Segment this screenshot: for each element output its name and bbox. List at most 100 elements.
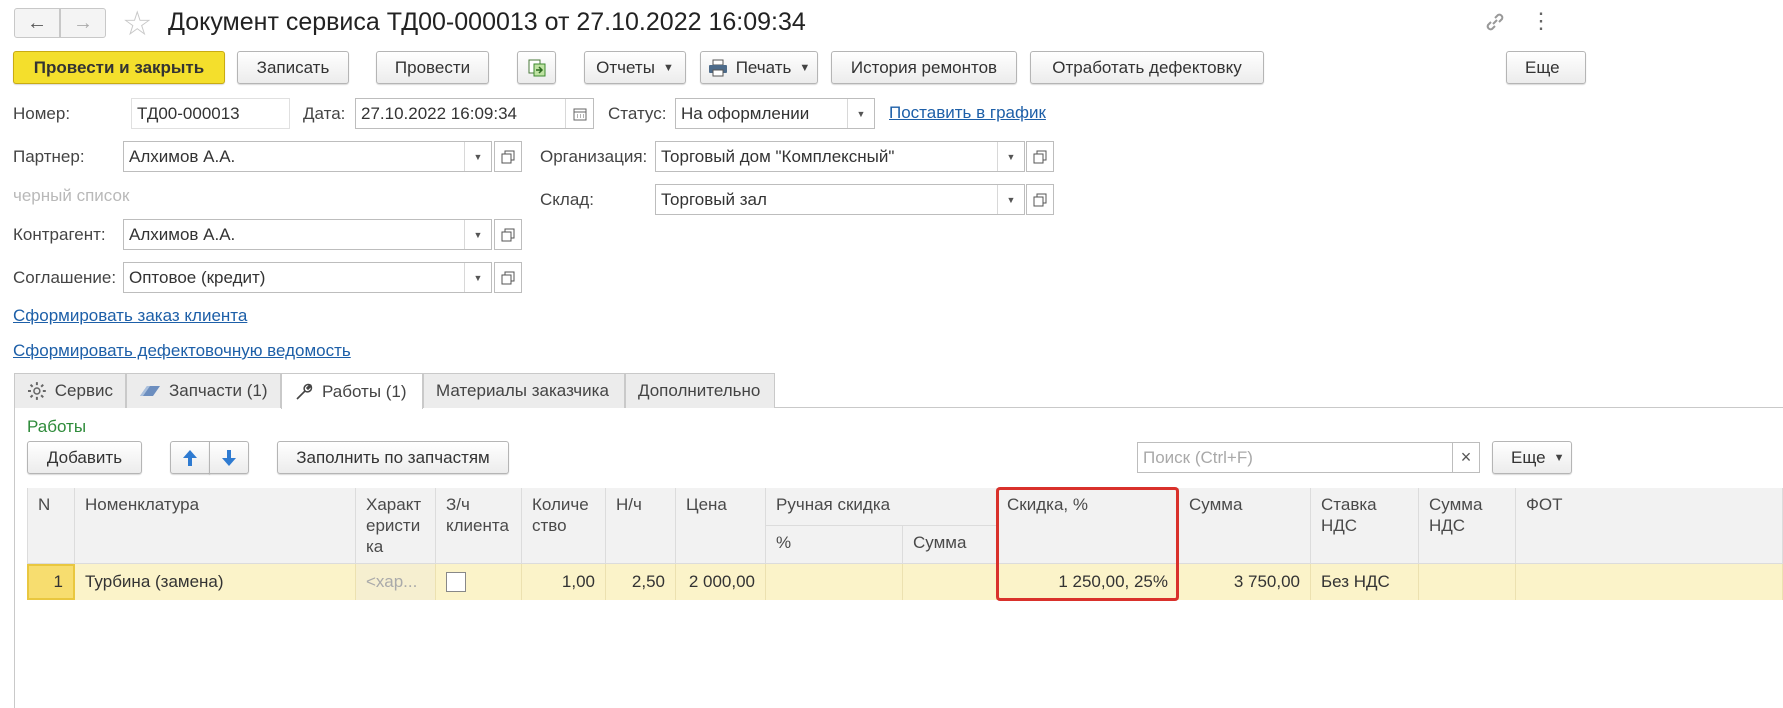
warehouse-open-button[interactable]	[1026, 184, 1054, 215]
agreement-value: Оптовое (кредит)	[129, 267, 266, 287]
counterparty-open-button[interactable]	[494, 219, 522, 250]
client-part-checkbox[interactable]	[446, 572, 466, 592]
counterparty-value: Алхимов А.А.	[129, 224, 236, 244]
status-label: Статус:	[608, 104, 667, 123]
search-placeholder: Поиск (Ctrl+F)	[1143, 447, 1253, 467]
add-button[interactable]: Добавить	[27, 441, 142, 474]
cell-norm-hours[interactable]: 2,50	[606, 564, 676, 600]
warehouse-label: Склад:	[540, 190, 594, 209]
date-field[interactable]: 27.10.2022 16:09:34	[355, 98, 594, 129]
warehouse-field[interactable]: Торговый зал ▼	[655, 184, 1025, 215]
chevron-down-icon[interactable]: ▼	[997, 142, 1024, 171]
save-button[interactable]: Записать	[237, 51, 349, 84]
more-vertical-icon[interactable]: ⋮	[1530, 10, 1552, 32]
agreement-open-button[interactable]	[494, 262, 522, 293]
column-header-item[interactable]: Номенклатура	[75, 488, 356, 564]
counterparty-field[interactable]: Алхимов А.А. ▼	[123, 219, 492, 250]
chevron-down-icon[interactable]: ▼	[847, 99, 874, 128]
column-header-manual-discount[interactable]: Ручная скидка	[766, 488, 997, 526]
document-structure-button[interactable]	[517, 51, 556, 84]
back-button[interactable]: ←	[14, 8, 60, 38]
column-header-client-part[interactable]: З/ч клиента	[436, 488, 522, 564]
column-header-characteristic[interactable]: Характ еристи ка	[356, 488, 436, 564]
column-header-vat-sum[interactable]: Сумма НДС	[1419, 488, 1516, 564]
printer-icon	[708, 59, 727, 76]
move-up-button[interactable]	[170, 441, 210, 474]
column-header-n[interactable]: N	[27, 488, 75, 564]
print-button[interactable]: Печать ▼	[700, 51, 818, 84]
cell-item[interactable]: Турбина (замена)	[75, 564, 356, 600]
tab-works[interactable]: Работы (1)	[281, 373, 423, 409]
wrench-icon	[296, 383, 313, 400]
column-header-manual-sum[interactable]: Сумма	[903, 526, 997, 564]
number-field[interactable]: ТД00-000013	[131, 98, 290, 129]
print-label: Печать	[735, 57, 792, 77]
cell-vat-sum[interactable]	[1419, 564, 1516, 600]
chevron-down-icon[interactable]: ▼	[464, 142, 491, 171]
column-header-fot[interactable]: ФОТ	[1516, 488, 1783, 564]
create-defect-sheet-link[interactable]: Сформировать дефектовочную ведомость	[13, 341, 351, 361]
arrow-down-icon	[222, 449, 236, 466]
organization-field[interactable]: Торговый дом "Комплексный" ▼	[655, 141, 1025, 172]
reports-button[interactable]: Отчеты ▼	[584, 51, 686, 84]
move-down-button[interactable]	[209, 441, 249, 474]
cell-vat-rate[interactable]: Без НДС	[1311, 564, 1419, 600]
post-button[interactable]: Провести	[376, 51, 489, 84]
process-defects-button[interactable]: Отработать дефектовку	[1030, 51, 1264, 84]
search-clear-button[interactable]: ×	[1452, 442, 1480, 473]
tab-customer-materials-label: Материалы заказчика	[436, 381, 609, 400]
tab-parts[interactable]: Запчасти (1)	[126, 373, 281, 408]
column-header-norm-hours[interactable]: Н/ч	[606, 488, 676, 564]
post-and-close-button[interactable]: Провести и закрыть	[13, 51, 225, 84]
post-label: Провести	[394, 57, 471, 77]
cell-characteristic[interactable]: <хар...	[356, 564, 436, 600]
parts-icon	[140, 386, 160, 396]
chevron-down-icon[interactable]: ▼	[464, 263, 491, 292]
organization-open-button[interactable]	[1026, 141, 1054, 172]
arrow-up-icon	[183, 449, 197, 466]
cell-quantity[interactable]: 1,00	[522, 564, 606, 600]
column-header-sum-label: Сумма	[1189, 495, 1243, 514]
add-label: Добавить	[46, 447, 123, 467]
cell-vat-rate-value: Без НДС	[1321, 572, 1390, 591]
cell-fot[interactable]	[1516, 564, 1783, 600]
more-button[interactable]: Еще	[1506, 51, 1586, 84]
schedule-link[interactable]: Поставить в график	[889, 103, 1046, 123]
search-input[interactable]: Поиск (Ctrl+F)	[1137, 442, 1453, 473]
create-client-order-link[interactable]: Сформировать заказ клиента	[13, 306, 247, 326]
chevron-down-icon: ▼	[1553, 451, 1565, 464]
column-header-quantity[interactable]: Количе ство	[522, 488, 606, 564]
chevron-down-icon[interactable]: ▼	[997, 185, 1024, 214]
column-header-manual-pct[interactable]: %	[766, 526, 903, 564]
cell-manual-sum[interactable]	[903, 564, 997, 600]
process-defects-label: Отработать дефектовку	[1052, 57, 1242, 77]
status-select[interactable]: На оформлении ▼	[675, 98, 875, 129]
fill-by-parts-button[interactable]: Заполнить по запчастям	[277, 441, 509, 474]
cell-client-part[interactable]	[436, 564, 522, 600]
cell-price[interactable]: 2 000,00	[676, 564, 766, 600]
tab-parts-label: Запчасти (1)	[169, 381, 268, 400]
chevron-down-icon[interactable]: ▼	[464, 220, 491, 249]
column-header-sum[interactable]: Сумма	[1179, 488, 1311, 564]
partner-field[interactable]: Алхимов А.А. ▼	[123, 141, 492, 172]
favorite-star-icon[interactable]: ☆	[122, 4, 152, 44]
tab-service[interactable]: Сервис	[14, 373, 126, 408]
link-icon[interactable]	[1483, 10, 1507, 39]
works-section-title: Работы	[27, 417, 87, 436]
cell-sum[interactable]: 3 750,00	[1179, 564, 1311, 600]
counterparty-label: Контрагент:	[13, 225, 106, 244]
tab-service-label: Сервис	[54, 381, 113, 400]
calendar-button[interactable]	[565, 99, 593, 128]
repair-history-button[interactable]: История ремонтов	[831, 51, 1017, 84]
column-header-price[interactable]: Цена	[676, 488, 766, 564]
column-header-vat-rate[interactable]: Ставка НДС	[1311, 488, 1419, 564]
works-more-button[interactable]: Еще ▼	[1492, 441, 1572, 474]
cell-quantity-value: 1,00	[561, 572, 595, 591]
tab-customer-materials[interactable]: Материалы заказчика	[423, 373, 625, 408]
partner-open-button[interactable]	[494, 141, 522, 172]
table-row[interactable]: 1	[27, 564, 75, 600]
agreement-field[interactable]: Оптовое (кредит) ▼	[123, 262, 492, 293]
tab-additional[interactable]: Дополнительно	[625, 373, 775, 408]
forward-button[interactable]: →	[60, 8, 106, 38]
cell-manual-pct[interactable]	[766, 564, 903, 600]
